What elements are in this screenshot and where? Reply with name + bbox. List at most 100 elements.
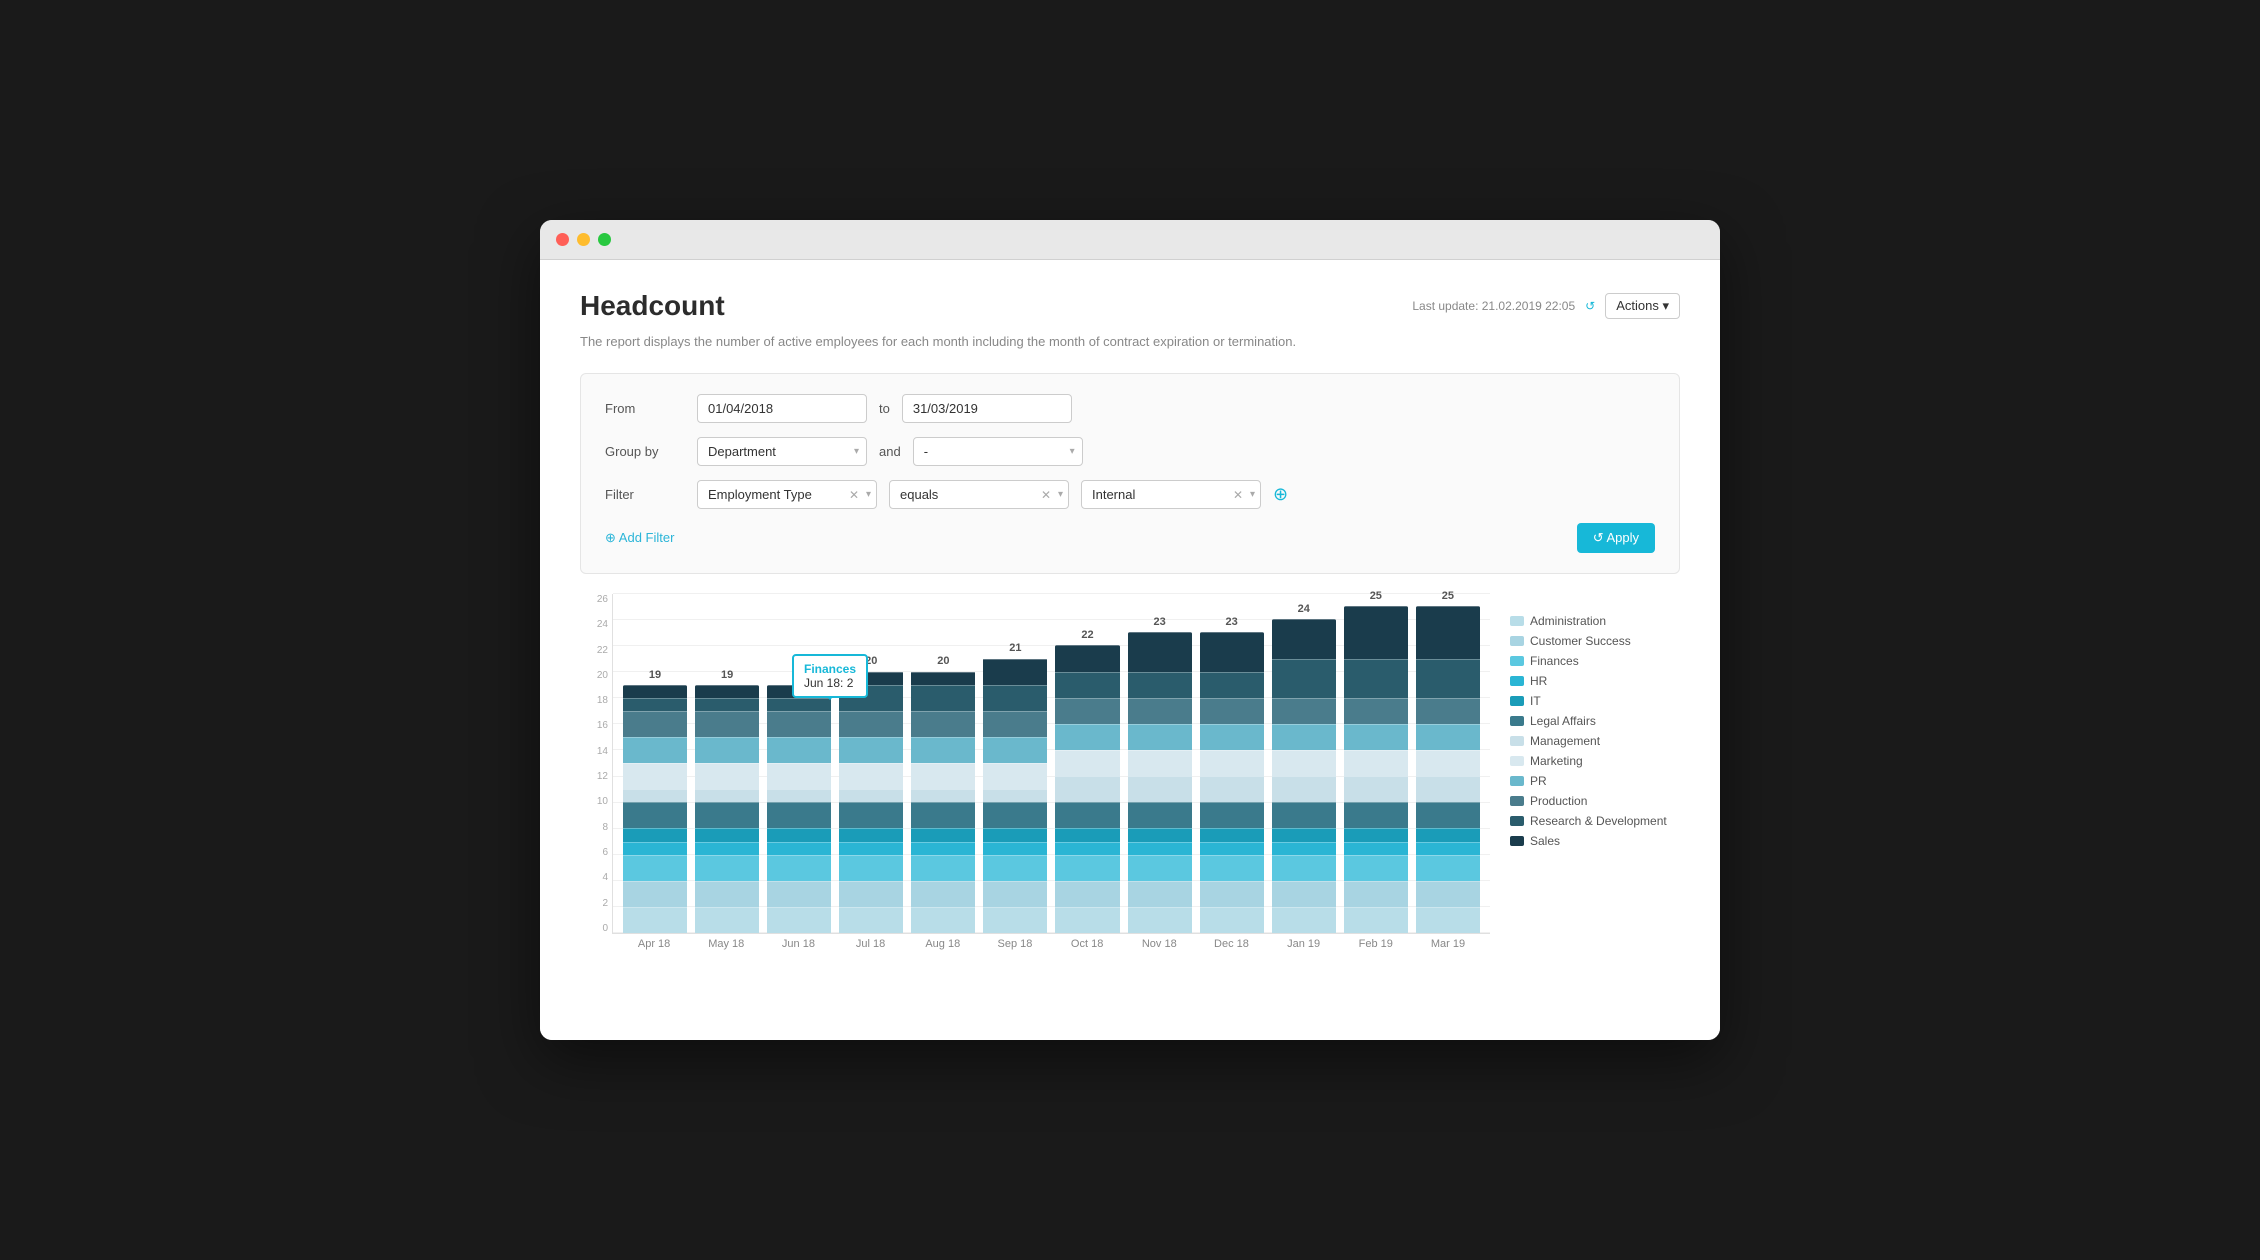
bar-segment bbox=[1272, 698, 1336, 724]
bar-segment bbox=[1272, 619, 1336, 658]
bar-group: 20 bbox=[911, 655, 975, 933]
x-label: Jan 19 bbox=[1272, 938, 1336, 950]
y-label-10: 10 bbox=[580, 796, 608, 807]
filter-value-arrow: ▾ bbox=[1250, 489, 1255, 500]
titlebar bbox=[540, 220, 1720, 260]
x-label: Jul 18 bbox=[839, 938, 903, 950]
bar-segment bbox=[623, 855, 687, 881]
bar-segment bbox=[1128, 632, 1192, 671]
bar-group: 20 bbox=[839, 655, 903, 933]
add-filter-button[interactable]: ⊕ Add Filter bbox=[605, 530, 674, 546]
legend-label: HR bbox=[1530, 674, 1547, 688]
filter-field-clear[interactable]: ✕ bbox=[849, 488, 859, 502]
bar-segment bbox=[839, 763, 903, 789]
legend-item: Administration bbox=[1510, 614, 1680, 628]
bar-segment bbox=[1272, 776, 1336, 802]
filter-value-clear[interactable]: ✕ bbox=[1233, 488, 1243, 502]
bar-group: 19 bbox=[623, 669, 687, 933]
legend-color-box bbox=[1510, 836, 1524, 846]
legend-item: IT bbox=[1510, 694, 1680, 708]
legend-color-box bbox=[1510, 696, 1524, 706]
bar-segment bbox=[1200, 802, 1264, 828]
legend-item: PR bbox=[1510, 774, 1680, 788]
bar-total-label: 19 bbox=[793, 669, 805, 681]
bar-segment bbox=[983, 828, 1047, 841]
y-label-20: 20 bbox=[580, 670, 608, 681]
x-label: Apr 18 bbox=[622, 938, 686, 950]
bar-segment bbox=[983, 881, 1047, 907]
y-label-12: 12 bbox=[580, 771, 608, 782]
chart-main: 0 2 4 6 8 10 12 14 16 18 20 22 24 26 bbox=[580, 594, 1490, 950]
bar-segment bbox=[1200, 855, 1264, 881]
bar-segment bbox=[1272, 828, 1336, 841]
maximize-icon[interactable] bbox=[598, 233, 611, 246]
bar-segment bbox=[767, 711, 831, 737]
bar-segment bbox=[1055, 750, 1119, 776]
y-label-22: 22 bbox=[580, 645, 608, 656]
bar-group: 24 bbox=[1272, 603, 1336, 933]
bar-segment bbox=[839, 685, 903, 711]
bar-segment bbox=[1416, 842, 1480, 855]
filter-label: Filter bbox=[605, 487, 685, 502]
bar-segment bbox=[839, 828, 903, 841]
bar-segment bbox=[839, 711, 903, 737]
legend-color-box bbox=[1510, 736, 1524, 746]
bar-segment bbox=[1128, 842, 1192, 855]
from-date-input[interactable] bbox=[697, 394, 867, 423]
minimize-icon[interactable] bbox=[577, 233, 590, 246]
bar-segment bbox=[623, 881, 687, 907]
add-filter-icon[interactable]: ⊕ bbox=[1273, 484, 1288, 505]
y-label-0: 0 bbox=[580, 923, 608, 934]
apply-button[interactable]: ↺ Apply bbox=[1577, 523, 1655, 553]
y-label-16: 16 bbox=[580, 720, 608, 731]
bar-segment bbox=[767, 698, 831, 711]
legend-label: Production bbox=[1530, 794, 1587, 808]
x-label: Mar 19 bbox=[1416, 938, 1480, 950]
filter-op-clear[interactable]: ✕ bbox=[1041, 488, 1051, 502]
to-date-input[interactable] bbox=[902, 394, 1072, 423]
bar-total-label: 24 bbox=[1298, 603, 1310, 615]
bar-segment bbox=[623, 737, 687, 763]
group-by-select[interactable]: Department bbox=[697, 437, 867, 466]
bar-segment bbox=[1200, 724, 1264, 750]
x-label: Sep 18 bbox=[983, 938, 1047, 950]
bar-segment bbox=[1344, 606, 1408, 658]
legend-item: Customer Success bbox=[1510, 634, 1680, 648]
bar-segment bbox=[767, 763, 831, 789]
and-select[interactable]: - bbox=[913, 437, 1083, 466]
from-label: From bbox=[605, 401, 685, 416]
bar-segment bbox=[1128, 750, 1192, 776]
bar-segment bbox=[695, 828, 759, 841]
bar-segment bbox=[1200, 842, 1264, 855]
actions-button[interactable]: Actions ▾ bbox=[1605, 293, 1680, 319]
bar-segment bbox=[1272, 659, 1336, 698]
bar-segment bbox=[1055, 842, 1119, 855]
bar-segment bbox=[1416, 724, 1480, 750]
close-icon[interactable] bbox=[556, 233, 569, 246]
bar-segment bbox=[839, 672, 903, 685]
bar-segment bbox=[911, 802, 975, 828]
bars-container: 191919202021222323242525 bbox=[612, 594, 1490, 934]
bar-segment bbox=[911, 685, 975, 711]
bar-segment bbox=[767, 842, 831, 855]
legend-item: Sales bbox=[1510, 834, 1680, 848]
bar-segment bbox=[623, 789, 687, 802]
bar-segment bbox=[839, 802, 903, 828]
bar-total-label: 19 bbox=[649, 669, 661, 681]
bar-segment bbox=[1344, 828, 1408, 841]
bar-segment bbox=[1272, 802, 1336, 828]
bar-segment bbox=[911, 763, 975, 789]
bar-segment bbox=[623, 685, 687, 698]
bar-segment bbox=[767, 855, 831, 881]
bar-group: 23 bbox=[1128, 616, 1192, 933]
bar-total-label: 20 bbox=[865, 655, 877, 667]
bar-total-label: 19 bbox=[721, 669, 733, 681]
bar-segment bbox=[983, 659, 1047, 685]
bar-segment bbox=[1344, 855, 1408, 881]
chart-area: 0 2 4 6 8 10 12 14 16 18 20 22 24 26 bbox=[580, 594, 1680, 950]
bar-segment bbox=[767, 789, 831, 802]
group-by-row: Group by Department and - bbox=[605, 437, 1655, 466]
bar-group: 22 bbox=[1055, 629, 1119, 933]
refresh-icon[interactable]: ↺ bbox=[1585, 299, 1595, 313]
bar-total-label: 23 bbox=[1226, 616, 1238, 628]
